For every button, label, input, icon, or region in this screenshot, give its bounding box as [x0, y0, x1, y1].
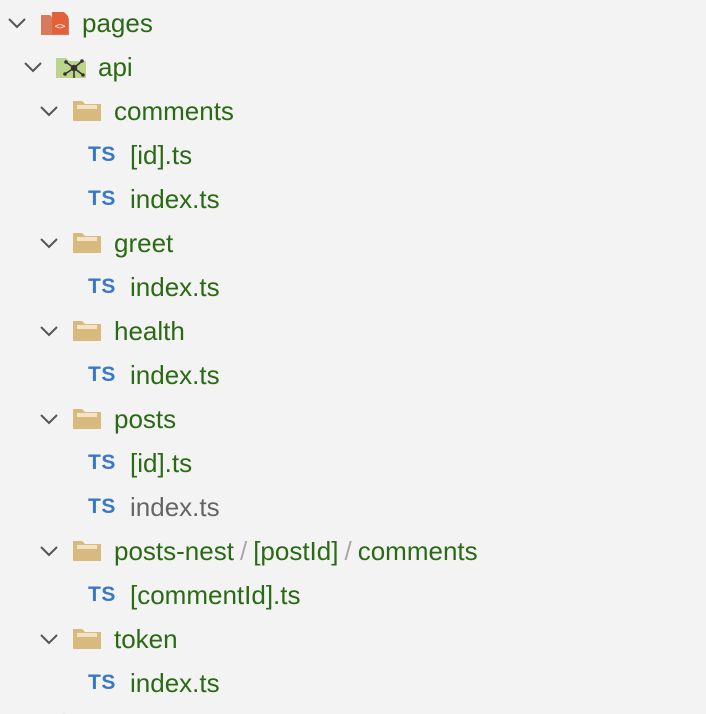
folder-open-icon [70, 536, 104, 566]
tree-item-label: pages [82, 8, 153, 38]
tree-item-label: [id].ts [130, 140, 193, 170]
tree-item-label: index.ts [130, 360, 220, 390]
tree-item-folder-greet[interactable]: greet [0, 221, 706, 265]
typescript-file-icon: TS [88, 451, 116, 474]
tree-item-label: index.ts [130, 184, 220, 214]
typescript-file-icon: TS [88, 495, 116, 518]
tree-item-label: comments [114, 96, 234, 126]
chevron-down-icon[interactable] [22, 56, 44, 78]
tree-item-folder-posts-nest[interactable]: posts-nest / [postId] / comments [0, 529, 706, 573]
tree-item-pages[interactable]: <> pages [0, 1, 706, 45]
typescript-file-icon: TS [88, 671, 116, 694]
pages-folder-icon: <> [38, 8, 72, 38]
chevron-down-icon[interactable] [38, 320, 60, 342]
tree-item-label: index.ts [130, 668, 220, 698]
path-separator: / [239, 536, 248, 566]
folder-open-icon [70, 624, 104, 654]
tree-item-file[interactable]: TS index.ts [0, 177, 706, 221]
chevron-down-icon[interactable] [38, 408, 60, 430]
partial-chevron-icon [46, 706, 76, 714]
typescript-file-icon: TS [88, 363, 116, 386]
chevron-down-icon[interactable] [6, 12, 28, 34]
chevron-down-icon[interactable] [38, 232, 60, 254]
folder-open-icon [70, 316, 104, 346]
tree-item-folder-health[interactable]: health [0, 309, 706, 353]
file-explorer-tree: <> pages api comments TS [id].ts TS inde… [0, 0, 706, 714]
tree-item-label: [commentId].ts [130, 580, 301, 610]
path-segment[interactable]: posts-nest [114, 536, 234, 566]
tree-item-file[interactable]: TS [id].ts [0, 441, 706, 485]
folder-open-icon [70, 228, 104, 258]
path-separator: / [344, 536, 352, 566]
typescript-file-icon: TS [88, 187, 116, 210]
tree-item-label: health [114, 316, 185, 346]
tree-item-label: api [98, 52, 133, 82]
compact-folder-path: posts-nest / [postId] / comments [114, 529, 478, 573]
tree-item-file[interactable]: TS index.ts [0, 485, 706, 529]
typescript-file-icon: TS [88, 275, 116, 298]
tree-item-api[interactable]: api [0, 45, 706, 89]
tree-item-label: index.ts [130, 492, 220, 522]
chevron-down-icon[interactable] [38, 100, 60, 122]
tree-item-label: index.ts [130, 272, 220, 302]
tree-item-folder-token[interactable]: token [0, 617, 706, 661]
path-segment[interactable]: [postId] [253, 536, 338, 566]
tree-item-file[interactable]: TS index.ts [0, 353, 706, 397]
chevron-down-icon[interactable] [38, 540, 60, 562]
folder-open-icon [70, 96, 104, 126]
chevron-down-icon[interactable] [38, 628, 60, 650]
tree-item-folder-comments[interactable]: comments [0, 89, 706, 133]
typescript-file-icon: TS [88, 143, 116, 166]
api-folder-icon [54, 52, 88, 82]
tree-item-file[interactable]: TS index.ts [0, 265, 706, 309]
tree-item-label: [id].ts [130, 448, 193, 478]
tree-item-file[interactable]: TS [id].ts [0, 133, 706, 177]
tree-item-label: greet [114, 228, 174, 258]
tree-item-label: token [114, 624, 178, 654]
tree-item-folder-posts[interactable]: posts [0, 397, 706, 441]
typescript-file-icon: TS [88, 583, 116, 606]
tree-item-file[interactable]: TS [commentId].ts [0, 573, 706, 617]
svg-text:<>: <> [55, 22, 66, 32]
tree-item-file[interactable]: TS index.ts [0, 661, 706, 705]
tree-item-label: posts [114, 404, 177, 434]
folder-open-icon [70, 404, 104, 434]
path-segment[interactable]: comments [358, 536, 478, 566]
